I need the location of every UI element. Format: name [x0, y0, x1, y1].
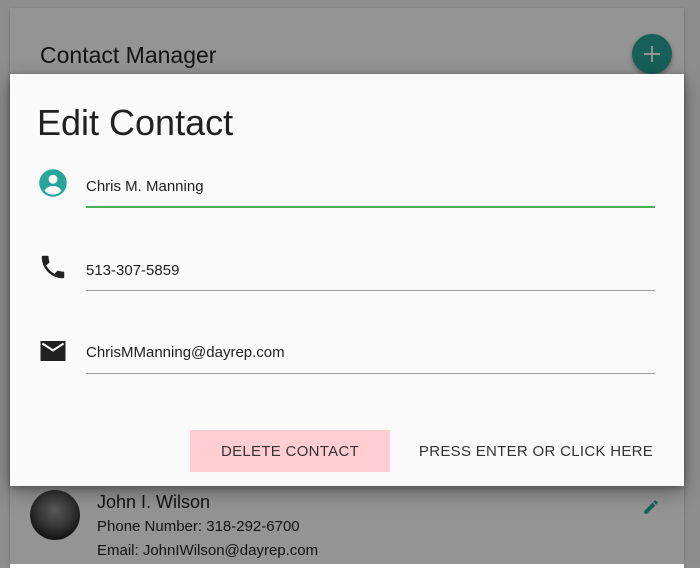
email-field-row: [10, 332, 684, 392]
phone-icon: [41, 255, 65, 279]
phone-field-row: [10, 250, 684, 310]
account-circle-icon: [39, 169, 67, 197]
delete-contact-button[interactable]: DELETE CONTACT: [190, 430, 390, 472]
edit-contact-modal: Edit Contact DELETE CONTACT PRESS ENTER …: [10, 74, 684, 486]
name-input[interactable]: [86, 166, 655, 208]
name-field-row: [10, 166, 684, 226]
save-contact-button[interactable]: PRESS ENTER OR CLICK HERE: [406, 430, 666, 472]
email-input[interactable]: [86, 332, 655, 374]
phone-input[interactable]: [86, 250, 655, 291]
modal-title: Edit Contact: [37, 102, 234, 143]
email-icon: [40, 341, 66, 361]
